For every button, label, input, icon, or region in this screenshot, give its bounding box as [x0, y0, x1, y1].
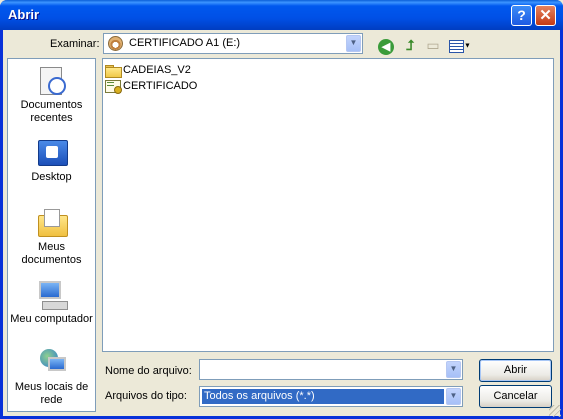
help-button[interactable]: ?	[511, 5, 532, 26]
dialog-title: Abrir	[8, 7, 40, 22]
close-button[interactable]: ✕	[535, 5, 556, 26]
up-folder-icon[interactable]: ⮥	[401, 36, 419, 54]
open-button[interactable]: Abrir	[479, 359, 552, 382]
filename-label: Nome do arquivo:	[105, 365, 192, 377]
resize-grip-icon[interactable]	[549, 405, 561, 417]
chevron-down-icon[interactable]: ▼	[446, 361, 461, 378]
filetype-select[interactable]: Todos os arquivos (*.*) ▼	[199, 386, 463, 407]
places-bar: Documentos recentes Desktop Meus documen…	[7, 58, 96, 412]
recent-documents-icon	[36, 65, 68, 97]
list-item[interactable]: CADEIAS_V2	[105, 62, 191, 78]
view-menu-icon[interactable]: ▼	[448, 36, 472, 54]
filename-input[interactable]: ▼	[199, 359, 463, 380]
file-list[interactable]: CADEIAS_V2 CERTIFICADO	[102, 58, 554, 352]
place-label: Meus locais de rede	[14, 381, 89, 406]
look-in-label: Examinar:	[50, 38, 100, 50]
place-label: Documentos recentes	[20, 99, 83, 124]
certificate-icon	[105, 79, 122, 94]
look-in-combo[interactable]: CERTIFICADO A1 (E:) ▼	[103, 33, 363, 54]
place-network[interactable]: Meus locais de rede	[8, 347, 95, 407]
place-label: Meus documentos	[21, 241, 82, 266]
chevron-down-icon[interactable]: ▼	[446, 388, 461, 405]
folder-icon	[105, 64, 122, 78]
drive-icon	[108, 36, 123, 51]
list-item[interactable]: CERTIFICADO	[105, 78, 197, 94]
cancel-button[interactable]: Cancelar	[479, 385, 552, 408]
title-bar[interactable]: Abrir ? ✕	[0, 0, 563, 30]
back-icon[interactable]: ◀	[377, 36, 395, 55]
filetype-label: Arquivos do tipo:	[105, 390, 187, 402]
network-places-icon	[36, 347, 68, 379]
file-name: CERTIFICADO	[123, 80, 198, 92]
look-in-value: CERTIFICADO A1 (E:)	[129, 37, 241, 49]
place-recent-documents[interactable]: Documentos recentes	[8, 65, 95, 125]
place-label: Desktop	[31, 171, 72, 183]
file-name: CADEIAS_V2	[123, 64, 191, 76]
place-my-computer[interactable]: Meu computador	[8, 279, 95, 326]
my-documents-icon	[36, 207, 68, 239]
place-my-documents[interactable]: Meus documentos	[8, 207, 95, 267]
my-computer-icon	[36, 279, 68, 311]
place-desktop[interactable]: Desktop	[8, 137, 95, 184]
desktop-icon	[36, 137, 68, 169]
place-label: Meu computador	[10, 313, 93, 325]
filetype-value: Todos os arquivos (*.*)	[204, 390, 315, 402]
new-folder-icon[interactable]: ▭	[424, 36, 442, 54]
chevron-down-icon[interactable]: ▼	[346, 35, 361, 52]
